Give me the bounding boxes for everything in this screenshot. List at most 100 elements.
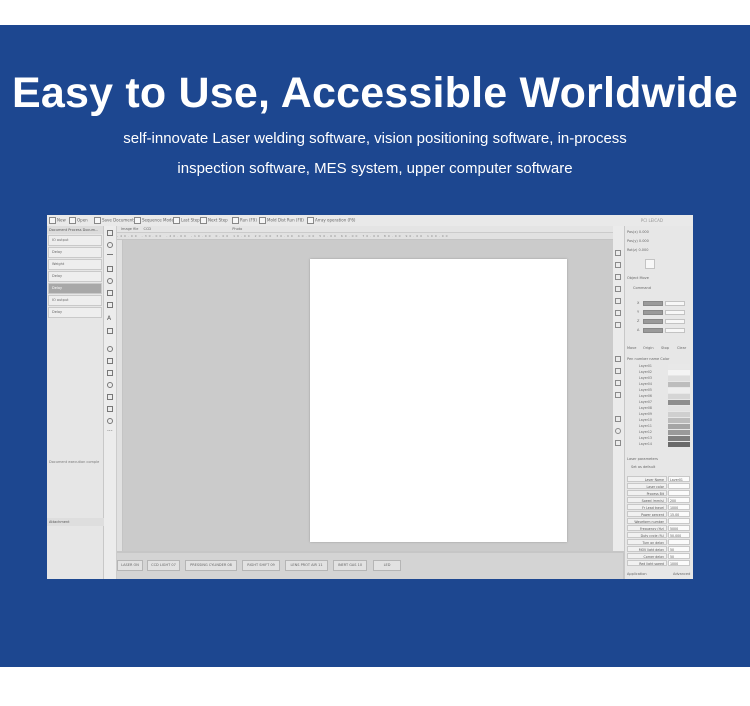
search-icon[interactable] xyxy=(615,428,621,434)
laser-param-value[interactable]: 1000 xyxy=(668,504,690,510)
node-tool-icon[interactable] xyxy=(107,242,113,248)
axis-z-step[interactable] xyxy=(665,319,685,324)
right-shift-button[interactable]: RIGHT SHIFT 09 xyxy=(242,560,280,571)
position-grid-input[interactable] xyxy=(645,259,655,269)
align-bottom-icon[interactable] xyxy=(615,322,621,328)
rectangle-tool-icon[interactable] xyxy=(107,266,113,272)
toolbar-last-step-button[interactable]: Last Step xyxy=(173,217,200,224)
layer-row[interactable]: Layer04 xyxy=(627,382,691,387)
layer-row[interactable]: Layer06 xyxy=(627,394,691,399)
stop-button[interactable]: Stop xyxy=(661,346,669,350)
layer-row[interactable]: Layer09 xyxy=(627,412,691,417)
io-tool-icon[interactable] xyxy=(107,394,113,400)
process-item[interactable]: IO output xyxy=(48,235,102,246)
laser-param-value[interactable]: 50 xyxy=(668,546,690,552)
laser-param-value[interactable] xyxy=(668,518,690,524)
align-right-icon[interactable] xyxy=(615,298,621,304)
layer-color-swatch[interactable] xyxy=(668,364,690,369)
align-top-icon[interactable] xyxy=(615,310,621,316)
toolbar-run-button[interactable]: Run (F9) xyxy=(232,217,257,224)
laser-param-value[interactable]: 50 xyxy=(668,553,690,559)
layer-row[interactable]: Layer02 xyxy=(627,370,691,375)
group-icon[interactable] xyxy=(615,356,621,362)
origin-button[interactable]: Origin xyxy=(643,346,654,350)
axis-x-step[interactable] xyxy=(665,301,685,306)
timer-tool-icon[interactable] xyxy=(107,382,113,388)
layer-row[interactable]: Layer01 xyxy=(627,364,691,369)
layer-color-swatch[interactable] xyxy=(668,400,690,405)
laser-param-value[interactable]: 5000 xyxy=(668,525,690,531)
curve-tool-icon[interactable] xyxy=(107,302,113,308)
layer-row[interactable]: Layer11 xyxy=(627,424,691,429)
layer-row[interactable]: Layer13 xyxy=(627,436,691,441)
layer-color-swatch[interactable] xyxy=(668,394,690,399)
panel-tabs[interactable]: Document Process Docum... xyxy=(47,226,103,234)
layer-row[interactable]: Layer10 xyxy=(627,418,691,423)
wait-tool-icon[interactable] xyxy=(107,406,113,412)
layer-row[interactable]: Layer05 xyxy=(627,388,691,393)
inert-gas-button[interactable]: INERT GAS 10 xyxy=(333,560,367,571)
tab-image-file[interactable]: Image file xyxy=(121,227,138,231)
layer-color-swatch[interactable] xyxy=(668,412,690,417)
target-tool-icon[interactable] xyxy=(107,418,113,424)
process-item[interactable]: Weight xyxy=(48,259,102,270)
lens-prot-air-button[interactable]: LENS PROT AIR 11 xyxy=(285,560,328,571)
process-item[interactable]: Delay xyxy=(48,247,102,258)
layer-row[interactable]: Layer14 xyxy=(627,442,691,447)
layer-color-swatch[interactable] xyxy=(668,418,690,423)
pressing-cylinder-button[interactable]: PRESSING CYLINDER 08 xyxy=(185,560,237,571)
led-button[interactable]: LED xyxy=(373,560,401,571)
set-default-button[interactable]: Set as default xyxy=(631,465,655,469)
advanced-tab[interactable]: Advanced xyxy=(673,572,690,576)
layer-color-swatch[interactable] xyxy=(668,442,690,447)
mirror-icon[interactable] xyxy=(615,380,621,386)
point-tool-icon[interactable] xyxy=(107,346,113,352)
line-tool-icon[interactable] xyxy=(107,254,113,255)
laser-param-value[interactable]: 200 xyxy=(668,497,690,503)
layer-color-swatch[interactable] xyxy=(668,436,690,441)
axis-y-value[interactable] xyxy=(643,310,663,315)
pointer-tool-icon[interactable] xyxy=(107,230,113,236)
more-tools-icon[interactable]: ··· xyxy=(107,429,113,436)
layer-color-swatch[interactable] xyxy=(668,376,690,381)
layer-color-swatch[interactable] xyxy=(668,430,690,435)
toolbar-open-button[interactable]: Open xyxy=(69,217,88,224)
toolbar-next-step-button[interactable]: Next Step xyxy=(200,217,228,224)
polygon-tool-icon[interactable] xyxy=(107,290,113,296)
ungroup-icon[interactable] xyxy=(615,368,621,374)
rotate-icon[interactable] xyxy=(615,392,621,398)
settings-icon[interactable] xyxy=(615,440,621,446)
text-tool-icon[interactable]: A xyxy=(107,316,113,322)
axis-a-step[interactable] xyxy=(665,328,685,333)
laser-param-value[interactable]: Layer01 xyxy=(668,476,690,482)
laser-param-value[interactable]: 50.000 xyxy=(668,532,690,538)
move-button[interactable]: Move xyxy=(627,346,636,350)
layer-color-swatch[interactable] xyxy=(668,406,690,411)
toolbar-save-button[interactable]: Save Document xyxy=(94,217,134,224)
layer-row[interactable]: Layer12 xyxy=(627,430,691,435)
axis-z-value[interactable] xyxy=(643,319,663,324)
layer-color-swatch[interactable] xyxy=(668,424,690,429)
toolbar-array-button[interactable]: Array operation (F6) xyxy=(307,217,356,224)
zoom-in-icon[interactable] xyxy=(615,250,621,256)
ccd-light-button[interactable]: CCD LIGHT 07 xyxy=(147,560,180,571)
process-item[interactable]: Delay xyxy=(48,271,102,282)
process-item-selected[interactable]: Delay xyxy=(48,283,102,294)
layer-color-swatch[interactable] xyxy=(668,370,690,375)
axis-y-step[interactable] xyxy=(665,310,685,315)
spiral-tool-icon[interactable] xyxy=(107,370,113,376)
tab-ccd[interactable]: CCD xyxy=(144,227,152,231)
process-item[interactable]: IO output xyxy=(48,295,102,306)
ruler-tool-icon[interactable] xyxy=(107,358,113,364)
laser-param-value[interactable]: 15.00 xyxy=(668,511,690,517)
zoom-out-icon[interactable] xyxy=(615,262,621,268)
barcode-tool-icon[interactable] xyxy=(107,328,113,334)
layer-color-swatch[interactable] xyxy=(668,388,690,393)
layer-color-swatch[interactable] xyxy=(668,382,690,387)
application-tab[interactable]: Application xyxy=(627,572,647,576)
fit-view-icon[interactable] xyxy=(615,274,621,280)
laser-param-value[interactable] xyxy=(668,483,690,489)
laser-on-button[interactable]: LASER ON xyxy=(117,560,143,571)
toolbar-new-button[interactable]: New xyxy=(49,217,66,224)
layer-row[interactable]: Layer07 xyxy=(627,400,691,405)
